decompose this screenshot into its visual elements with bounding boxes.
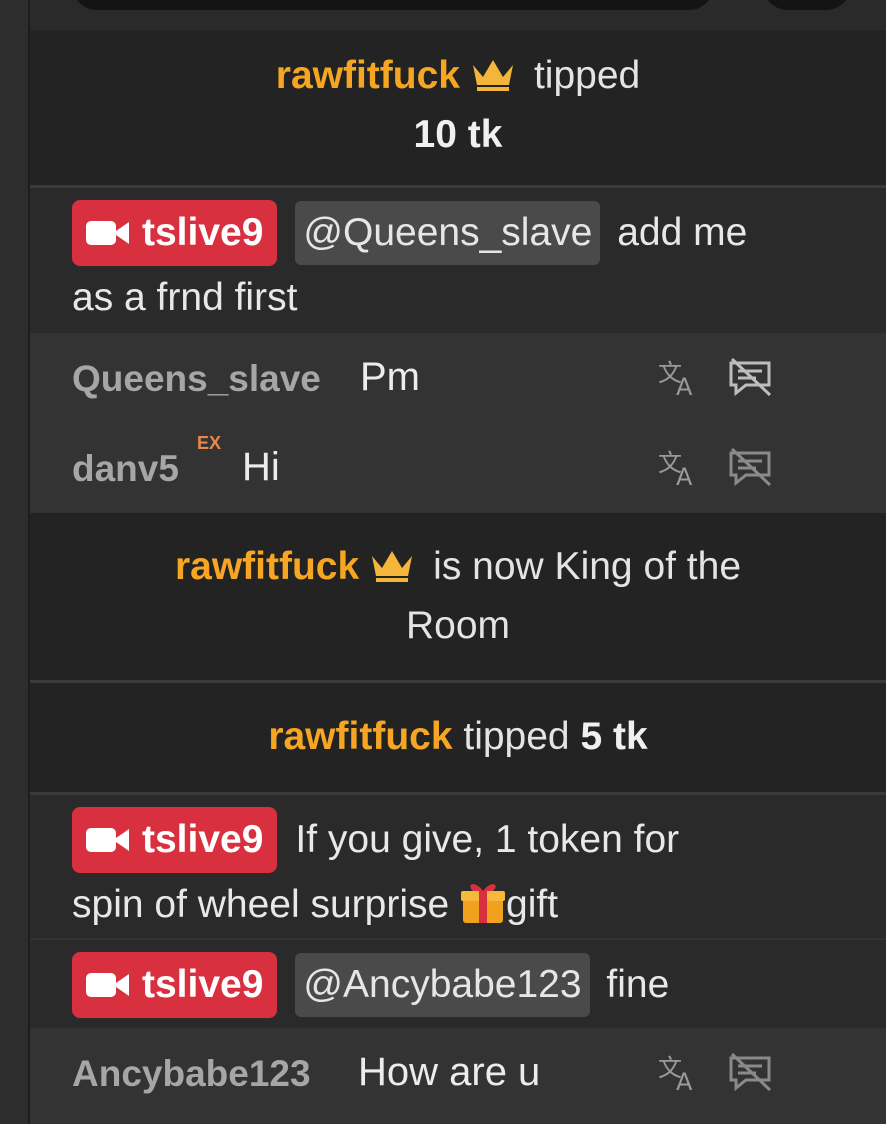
chat-message-row: Ancybabe123 How are u 文A: [30, 1028, 886, 1124]
message-text: Hi: [242, 445, 280, 489]
message-text: How are u: [358, 1050, 541, 1094]
king-text-continued: Room: [405, 604, 511, 647]
video-camera-icon: [86, 809, 130, 875]
chat-message-row: Queens_slave Pm 文A: [30, 333, 886, 423]
king-text: is now King of the: [433, 545, 742, 588]
host-name: tslive9: [142, 211, 264, 254]
hide-message-icon[interactable]: [728, 357, 774, 402]
host-message: tslive9 @Ancybabe123 fine: [30, 940, 886, 1028]
message-text-continued: spin of wheel surprise: [72, 883, 461, 926]
tip-amount: 10 tk: [413, 113, 503, 156]
tip-amount: 5 tk: [580, 715, 648, 758]
translate-icon[interactable]: 文A: [658, 1052, 700, 1097]
svg-text:A: A: [676, 1068, 693, 1092]
top-bar: [30, 0, 886, 28]
tipper-name[interactable]: rawfitfuck: [276, 54, 460, 97]
hide-message-icon[interactable]: [728, 447, 774, 492]
host-badge[interactable]: tslive9: [72, 200, 278, 268]
chat-input-bar[interactable]: [72, 0, 714, 10]
host-badge[interactable]: tslive9: [72, 807, 278, 875]
host-badge[interactable]: tslive9: [72, 952, 278, 1020]
tip-verb: tipped: [463, 715, 570, 758]
message-text: If you give, 1 token for: [295, 818, 680, 861]
message-text-continued: as a frnd first: [72, 276, 298, 319]
mention-tag[interactable]: @Ancybabe123: [295, 953, 590, 1017]
message-text: add me: [617, 211, 748, 254]
king-notice: rawfitfuck is now King of the Room: [30, 513, 886, 680]
svg-text:A: A: [676, 463, 693, 487]
message-text: fine: [606, 963, 670, 1006]
chat-panel: rawfitfuck tipped 10 tk tslive9 @Queens_sl…: [30, 0, 886, 1124]
user-badge: EX: [197, 433, 222, 453]
svg-text:A: A: [676, 373, 693, 397]
translate-icon[interactable]: 文A: [658, 357, 700, 402]
crown-icon: [470, 51, 516, 107]
hide-message-icon[interactable]: [728, 1052, 774, 1097]
translate-icon[interactable]: 文A: [658, 447, 700, 492]
crown-icon: [369, 542, 415, 598]
host-name: tslive9: [142, 818, 264, 861]
tip-verb: tipped: [533, 54, 641, 97]
chat-message-row: danv5 EX Hi 文A: [30, 423, 886, 513]
mention-tag[interactable]: @Queens_slave: [295, 201, 601, 265]
tipper-name[interactable]: rawfitfuck: [268, 715, 452, 758]
send-button[interactable]: [762, 0, 852, 10]
message-text: Pm: [360, 355, 420, 399]
host-name: tslive9: [142, 963, 264, 1006]
left-rail: [0, 0, 30, 1124]
message-text-end: gift: [506, 883, 559, 926]
video-camera-icon: [86, 202, 130, 268]
username[interactable]: danv5: [72, 445, 179, 493]
video-camera-icon: [86, 954, 130, 1020]
tip-notice: rawfitfuck tipped 10 tk: [30, 30, 886, 185]
host-message: tslive9 If you give, 1 token for spin of …: [30, 795, 886, 938]
username[interactable]: Queens_slave: [72, 355, 321, 403]
username[interactable]: Ancybabe123: [72, 1050, 311, 1098]
king-name[interactable]: rawfitfuck: [175, 545, 359, 588]
tip-notice: rawfitfuck tipped 5 tk: [30, 683, 886, 792]
host-message: tslive9 @Queens_slave add me as a frnd fi…: [30, 188, 886, 331]
gift-icon: [460, 883, 506, 926]
